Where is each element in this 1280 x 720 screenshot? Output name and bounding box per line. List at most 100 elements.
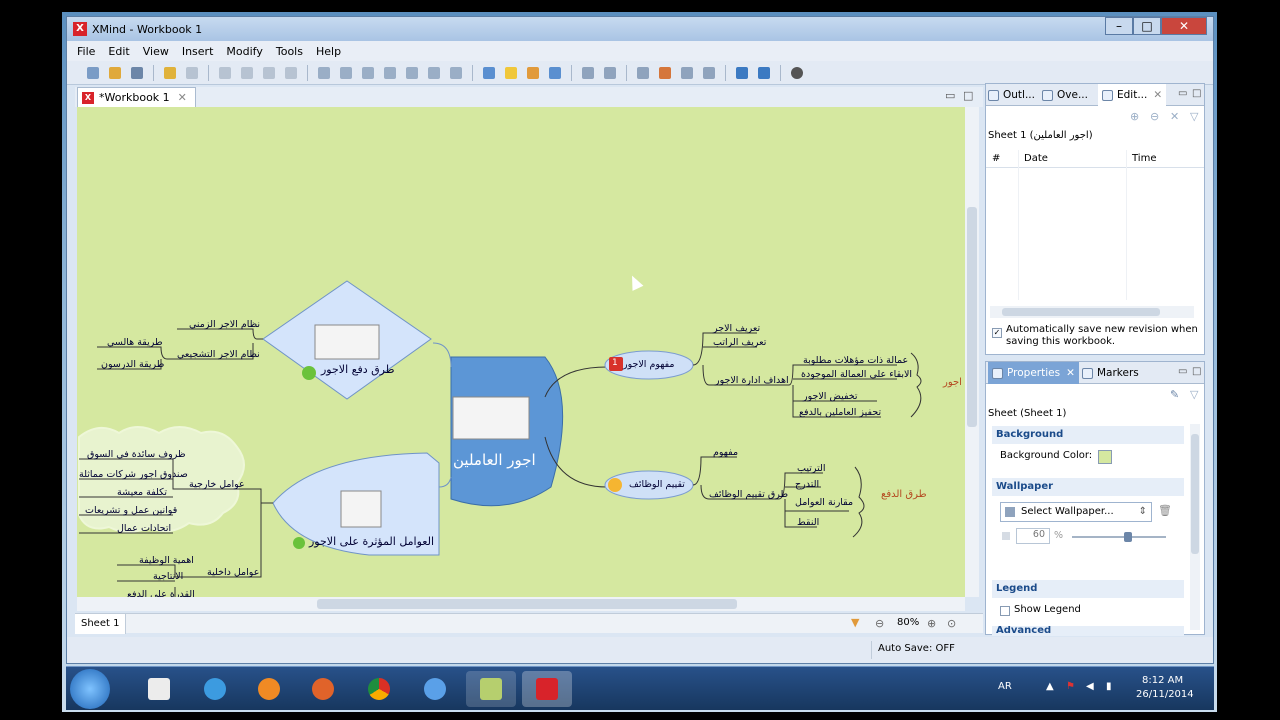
minimize-panel-icon[interactable]: ▭	[1178, 88, 1187, 99]
redo-icon[interactable]	[186, 66, 198, 79]
external-factor-item[interactable]: اتحادات عمال	[117, 523, 171, 534]
menu-view[interactable]: View	[143, 45, 169, 58]
gantt-icon[interactable]	[659, 66, 671, 79]
tab-outline[interactable]: Outl...	[988, 84, 1035, 106]
tab-workbook-1[interactable]: X *Workbook 1 ✕	[77, 87, 196, 107]
zoom-out-icon[interactable]: ⊖	[875, 617, 884, 630]
menu-modify[interactable]: Modify	[226, 45, 262, 58]
open-icon[interactable]	[109, 66, 121, 79]
flag-tray-icon[interactable]: ⚑	[1066, 681, 1075, 692]
taskbar-chrome[interactable]	[354, 671, 404, 707]
wage-goals-label[interactable]: اهداف ادارة الاجور	[715, 375, 789, 386]
maximize-panel-icon[interactable]: □	[1192, 88, 1201, 99]
taskbar-network-app[interactable]	[410, 671, 460, 707]
boundary-icon[interactable]	[384, 66, 396, 79]
menu-edit[interactable]: Edit	[108, 45, 129, 58]
method-item[interactable]: التدرج	[795, 479, 819, 490]
properties-scroll-thumb[interactable]	[1191, 434, 1199, 554]
settings-gear-icon[interactable]	[791, 66, 803, 79]
copy-icon[interactable]	[241, 66, 253, 79]
summary-label-wages[interactable]: اجور	[943, 377, 962, 388]
legend-section-header[interactable]: Legend	[992, 580, 1184, 598]
revisions-scroll-thumb[interactable]	[1002, 308, 1160, 316]
filter-icon[interactable]: ▼	[851, 616, 859, 629]
clock-date[interactable]: 26/11/2014	[1136, 689, 1194, 700]
minimize-editor-icon[interactable]: ▭	[945, 89, 955, 102]
opacity-input[interactable]: 60	[1016, 528, 1050, 544]
factors-label[interactable]: العوامل المؤثرة على الاجور	[309, 535, 434, 548]
close-button[interactable]: ✕	[1161, 17, 1207, 35]
auto-save-checkbox[interactable]: ✓	[992, 328, 1002, 338]
internal-factor-item[interactable]: القدرة على الدفع	[127, 589, 195, 597]
external-factors-label[interactable]: عوامل خارجية	[189, 479, 245, 490]
start-button[interactable]	[70, 669, 110, 709]
fit-icon[interactable]: ⊙	[947, 617, 956, 630]
advanced-section-header[interactable]: Advanced	[992, 626, 1184, 636]
delete-revision-icon[interactable]: ✕	[1170, 110, 1179, 123]
column-date[interactable]: Date	[1024, 153, 1048, 164]
volume-tray-icon[interactable]: ◀	[1086, 681, 1094, 692]
trash-icon[interactable]: 🗑	[1158, 504, 1172, 517]
cut-icon[interactable]	[219, 66, 231, 79]
taskbar-firefox[interactable]	[298, 671, 348, 707]
note-icon[interactable]	[483, 66, 495, 79]
external-factor-item[interactable]: تكلفة معيشة	[117, 487, 167, 498]
clock-time[interactable]: 8:12 AM	[1142, 675, 1183, 686]
taskbar-explorer[interactable]	[466, 671, 516, 707]
canvas-vertical-scrollbar[interactable]	[965, 107, 979, 597]
outline-view-icon[interactable]	[637, 66, 649, 79]
lightbulb-icon[interactable]	[505, 66, 517, 79]
external-factor-item[interactable]: قوانين عمل و تشريعات	[85, 505, 177, 516]
internal-factor-item[interactable]: الانتاجية	[153, 571, 183, 582]
taskbar-calendar-app[interactable]	[134, 671, 184, 707]
payment-methods-label[interactable]: طرق دفع الاجور	[321, 363, 395, 376]
maximize-panel-icon[interactable]: □	[1192, 366, 1201, 377]
canvas-horizontal-scrollbar[interactable]	[77, 597, 965, 611]
minimize-panel-icon[interactable]: ▭	[1178, 366, 1187, 377]
wage-definition-label[interactable]: تعريف الاجر	[713, 323, 760, 334]
background-color-swatch[interactable]	[1098, 450, 1112, 464]
save-icon[interactable]	[131, 66, 143, 79]
menu-insert[interactable]: Insert	[182, 45, 214, 58]
central-topic-label[interactable]: اجور العاملين	[453, 451, 536, 469]
close-tab-icon[interactable]: ✕	[1153, 89, 1162, 101]
language-indicator[interactable]: AR	[998, 681, 1012, 692]
title-bar[interactable]: X XMind - Workbook 1 – □ ✕	[67, 17, 1213, 41]
summary-icon[interactable]	[406, 66, 418, 79]
job-evaluation-label[interactable]: تقييم الوظائف	[629, 479, 685, 490]
subtopic-icon[interactable]	[340, 66, 352, 79]
incentive-wage-label[interactable]: نظام الاجر التشجيعي	[177, 349, 260, 360]
zoom-revision-icon[interactable]: ⊕	[1130, 110, 1139, 123]
taskbar-internet-explorer[interactable]	[190, 671, 240, 707]
properties-vertical-scrollbar[interactable]	[1190, 424, 1200, 630]
presentation-icon[interactable]	[681, 66, 693, 79]
layout-icon[interactable]	[582, 66, 594, 79]
goal-item[interactable]: الابقاء على العمالة الموجودة	[801, 369, 912, 380]
external-factor-item[interactable]: صندوق اجور شركات مماثلة	[79, 469, 188, 480]
export-icon[interactable]	[758, 66, 770, 79]
network-tray-icon[interactable]: ▲	[1046, 681, 1054, 692]
wallpaper-section-header[interactable]: Wallpaper	[992, 478, 1184, 496]
menu-tools[interactable]: Tools	[276, 45, 303, 58]
method-item[interactable]: النقط	[797, 517, 819, 528]
goal-item[interactable]: تخفيض الاجور	[803, 391, 858, 402]
marker-icon[interactable]	[428, 66, 440, 79]
evaluation-methods-label[interactable]: طرق تقييم الوظائف	[709, 489, 788, 500]
goal-item[interactable]: عمالة ذات مؤهلات مطلوبة	[803, 355, 908, 366]
summary-label-payment[interactable]: طرق الدفع	[881, 489, 927, 500]
power-tray-icon[interactable]: ▮	[1106, 681, 1112, 692]
tab-revisions[interactable]: Edit... ✕	[1098, 84, 1167, 106]
opacity-slider-thumb[interactable]	[1124, 532, 1133, 542]
background-section-header[interactable]: Background	[992, 426, 1184, 444]
share-icon[interactable]	[736, 66, 748, 79]
panel-menu-icon[interactable]: ▽	[1190, 110, 1198, 123]
maximize-button[interactable]: □	[1133, 17, 1161, 35]
undo-icon[interactable]	[164, 66, 176, 79]
zoom-icon[interactable]	[703, 66, 715, 79]
panel-menu-icon[interactable]: ▽	[1190, 388, 1198, 401]
internal-factor-item[interactable]: اهمية الوظيفة	[139, 555, 194, 566]
menu-file[interactable]: File	[77, 45, 95, 58]
show-legend-checkbox[interactable]	[1000, 606, 1010, 616]
column-time[interactable]: Time	[1132, 153, 1156, 164]
paste-icon[interactable]	[263, 66, 275, 79]
